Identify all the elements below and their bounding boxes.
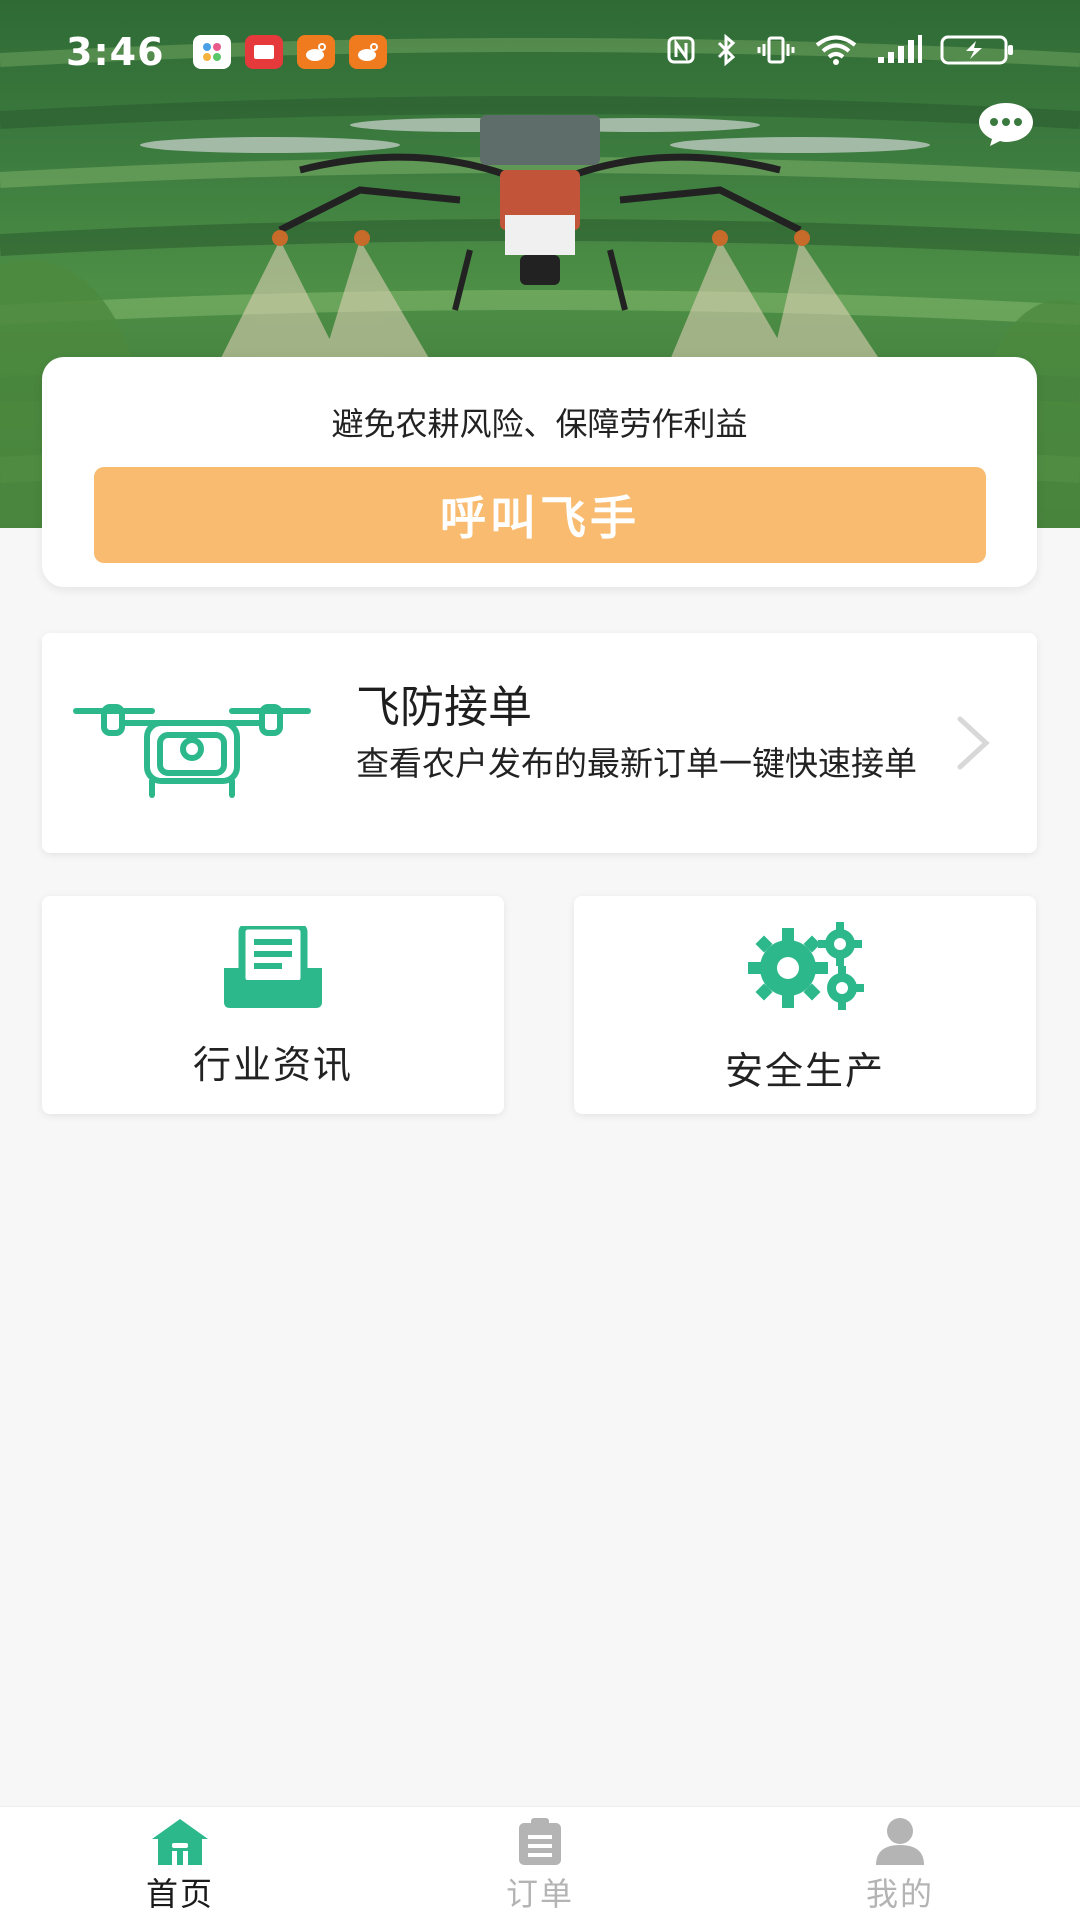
- order-card-description: 查看农户发布的最新订单一键快速接单: [356, 744, 917, 783]
- reader-app-icon: [244, 35, 283, 69]
- status-time: 3:46: [66, 30, 165, 74]
- order-card-title: 飞防接单: [356, 682, 532, 733]
- call-pilot-button[interactable]: 呼叫飞手: [94, 467, 986, 563]
- nfc-icon: [666, 35, 696, 69]
- chevron-right-icon: [957, 716, 990, 770]
- clipboard-icon: [519, 1818, 561, 1865]
- gallery-app-icon: [192, 35, 231, 69]
- bluetooth-icon: [714, 33, 738, 70]
- vibrate-icon: [756, 35, 796, 69]
- safety-production-label: 安全生产: [724, 1049, 885, 1093]
- home-icon: [152, 1819, 208, 1865]
- nav-mine[interactable]: 我的: [720, 1807, 1080, 1920]
- bottom-nav: 首页 订单 我的: [0, 1806, 1080, 1920]
- message-icon[interactable]: [976, 100, 1036, 148]
- call-pilot-card: 避免农耕风险、保障劳作利益 呼叫飞手: [42, 357, 1037, 587]
- signal-icon: [876, 35, 922, 69]
- weibo-app-icon: [348, 35, 387, 69]
- nav-orders[interactable]: 订单: [360, 1807, 720, 1920]
- nav-mine-label: 我的: [865, 1875, 934, 1913]
- safety-production-tile[interactable]: 安全生产: [574, 896, 1036, 1114]
- news-tray-icon: [224, 926, 322, 1008]
- wifi-icon: [814, 34, 858, 70]
- nav-home[interactable]: 首页: [0, 1807, 360, 1920]
- industry-news-label: 行业资讯: [192, 1043, 353, 1087]
- industry-news-tile[interactable]: 行业资讯: [42, 896, 504, 1114]
- battery-charging-icon: [940, 34, 1016, 70]
- flight-order-card[interactable]: 飞防接单 查看农户发布的最新订单一键快速接单: [42, 633, 1037, 853]
- gears-icon: [748, 922, 864, 1010]
- nav-home-label: 首页: [145, 1875, 214, 1913]
- nav-orders-label: 订单: [505, 1875, 574, 1913]
- drone-icon: [73, 704, 311, 798]
- status-bar: 3:46: [0, 0, 1080, 104]
- call-slogan: 避免农耕风险、保障劳作利益: [331, 405, 748, 443]
- user-icon: [876, 1818, 924, 1865]
- weibo-app-icon: [296, 35, 335, 69]
